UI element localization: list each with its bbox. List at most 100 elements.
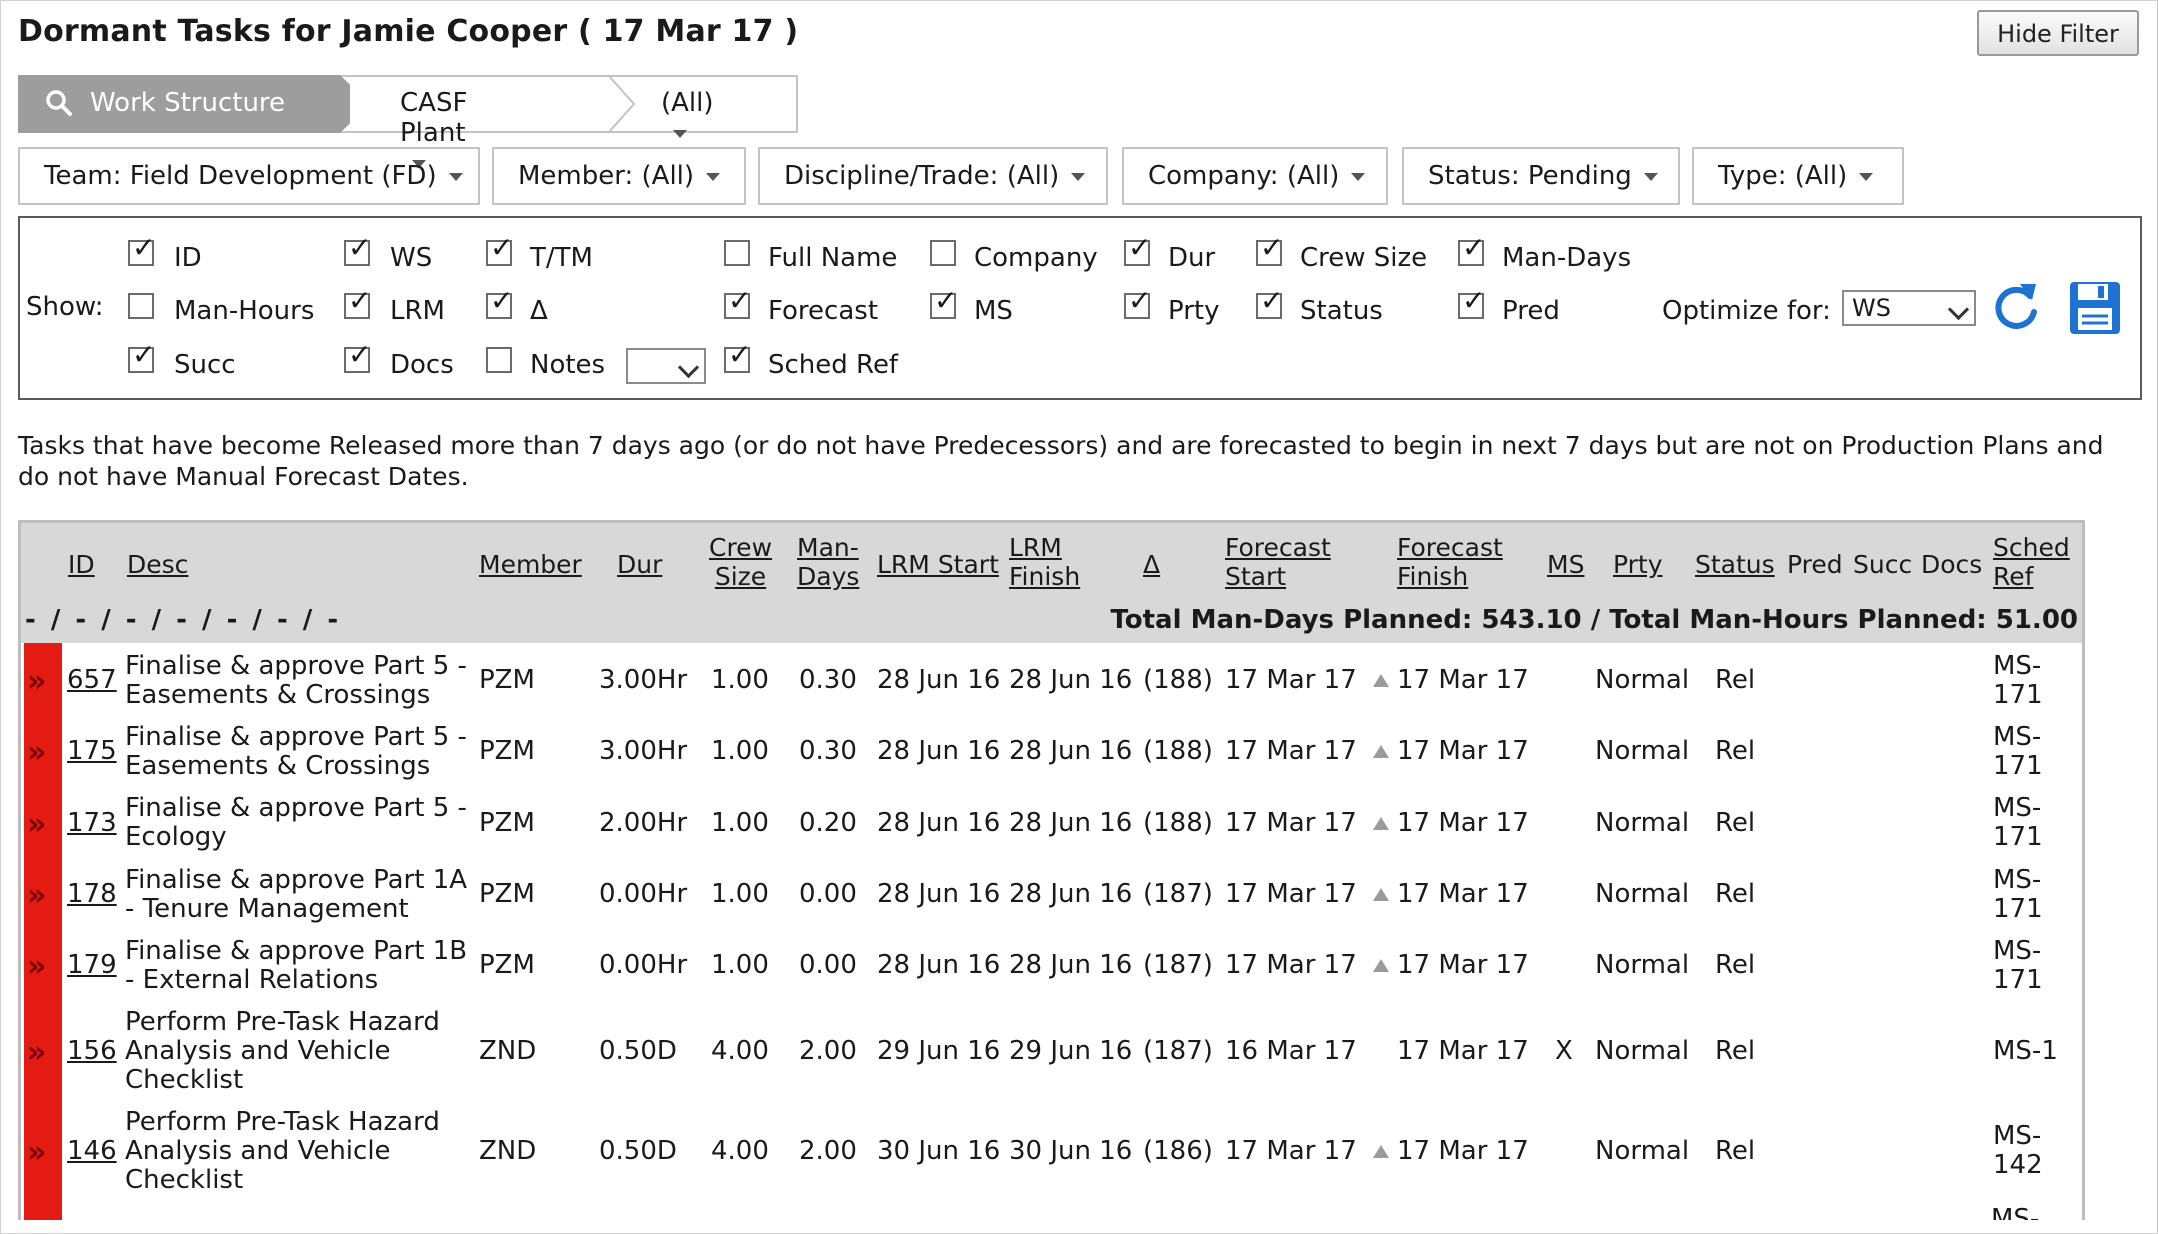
- col-id[interactable]: ID: [68, 550, 95, 579]
- option-label: Notes: [530, 350, 606, 380]
- optimize-select-value: WS: [1852, 294, 1891, 322]
- table-row[interactable]: » 179 Finalise & approve Part 1B - External…: [21, 930, 2082, 1001]
- expand-arrows-icon[interactable]: »: [27, 1035, 47, 1070]
- checkbox[interactable]: ✓: [1256, 287, 1283, 319]
- task-forecast-start: 17 Mar 17: [1225, 1135, 1357, 1166]
- checkbox[interactable]: ✓: [344, 341, 371, 373]
- expand-arrows-icon[interactable]: »: [27, 807, 47, 842]
- checkbox[interactable]: ✓: [486, 287, 513, 319]
- checkmark-icon: ✓: [1128, 231, 1152, 264]
- chevron-down-icon: [448, 172, 463, 181]
- table-row[interactable]: » 173 Finalise & approve Part 5 - Ecology PZ…: [21, 787, 2082, 859]
- expand-arrows-icon[interactable]: »: [27, 735, 47, 770]
- option-label: Full Name: [768, 243, 898, 273]
- member-filter-value: (All): [641, 161, 695, 191]
- col-forecast-start[interactable]: Forecast Start: [1225, 533, 1331, 591]
- table-row[interactable]: » 156 Perform Pre-Task Hazard Analysis and …: [21, 1001, 2082, 1101]
- column-filter-dashes[interactable]: - / - / - / - / - / - / -: [25, 605, 341, 635]
- table-row[interactable]: » 146 Perform Pre-Task Hazard Analysis and …: [21, 1101, 2082, 1201]
- expand-arrows-icon[interactable]: »: [27, 878, 47, 913]
- col-lrm-finish[interactable]: LRM Finish: [1009, 533, 1080, 591]
- type-filter[interactable]: Type: (All): [1692, 147, 1904, 205]
- checkbox[interactable]: ✓: [1458, 234, 1485, 266]
- col-status[interactable]: Status: [1695, 550, 1775, 579]
- col-delta[interactable]: Δ: [1143, 550, 1160, 579]
- checkbox[interactable]: ✓: [486, 234, 513, 266]
- forecast-indicator: [1361, 951, 1389, 980]
- task-id-link[interactable]: 179: [67, 951, 117, 980]
- expand-arrows-icon[interactable]: »: [27, 949, 47, 984]
- task-id-link[interactable]: 175: [67, 737, 117, 766]
- task-crew-size: 4.00: [711, 1035, 769, 1066]
- task-id-link[interactable]: 146: [67, 1136, 117, 1166]
- notes-select[interactable]: [626, 348, 706, 384]
- col-crew-size[interactable]: Crew Size: [709, 533, 772, 591]
- col-member[interactable]: Member: [479, 550, 582, 579]
- col-dur[interactable]: Dur: [617, 550, 662, 579]
- save-icon[interactable]: [2068, 280, 2122, 336]
- expand-arrows-icon[interactable]: »: [27, 664, 47, 699]
- checkmark-icon: ✓: [132, 338, 156, 371]
- task-id-link[interactable]: 178: [67, 880, 117, 909]
- table-row[interactable]: » 175 Finalise & approve Part 5 - Easements…: [21, 716, 2082, 787]
- task-sched-ref: 171: [1993, 964, 2043, 995]
- task-lrm-finish: 28 Jun 16: [1009, 665, 1133, 695]
- checkbox[interactable]: ✓: [724, 287, 751, 319]
- col-sched-ref[interactable]: Sched Ref: [1993, 533, 2070, 591]
- option-label: ID: [174, 243, 202, 273]
- task-id-link[interactable]: 657: [67, 666, 117, 695]
- status-filter[interactable]: Status: Pending: [1402, 147, 1680, 205]
- col-man-days[interactable]: Man- Days: [797, 533, 859, 591]
- task-delta: (188): [1143, 736, 1213, 766]
- checkbox[interactable]: ✓: [1124, 234, 1151, 266]
- checkbox[interactable]: [128, 293, 154, 319]
- member-filter[interactable]: Member: (All): [492, 147, 746, 205]
- table-row[interactable]: » 657 Finalise & approve Part 5 - Easements…: [21, 645, 2082, 716]
- task-desc-line: - External Relations: [125, 964, 379, 995]
- chevron-down-icon: [1859, 172, 1874, 181]
- checkbox[interactable]: ✓: [128, 234, 155, 266]
- task-forecast-start: 16 Mar 17: [1225, 1035, 1357, 1066]
- checkmark-icon: ✓: [132, 231, 156, 264]
- checkbox[interactable]: ✓: [128, 341, 155, 373]
- option-label: Crew Size: [1300, 243, 1428, 273]
- work-structure-crumb[interactable]: Work Structure: [18, 75, 350, 133]
- task-id-link[interactable]: 156: [67, 1036, 117, 1066]
- task-id-link[interactable]: 173: [67, 808, 117, 838]
- option-label: Pred: [1502, 296, 1560, 326]
- task-duration: 2.00Hr: [599, 807, 688, 838]
- discipline-filter[interactable]: Discipline/Trade: (All): [758, 147, 1108, 205]
- company-filter[interactable]: Company: (All): [1122, 147, 1388, 205]
- col-desc[interactable]: Desc: [127, 550, 188, 579]
- col-prty[interactable]: Prty: [1613, 550, 1663, 579]
- plant-crumb-label: CASF Plant: [400, 88, 468, 148]
- col-lrm-start[interactable]: LRM Start: [877, 550, 999, 579]
- checkbox[interactable]: ✓: [1256, 234, 1283, 266]
- all-crumb[interactable]: (All): [661, 88, 714, 148]
- checkbox[interactable]: [930, 240, 956, 266]
- checkbox[interactable]: ✓: [930, 287, 957, 319]
- optimize-select[interactable]: WS: [1842, 290, 1976, 326]
- option-label: Succ: [174, 350, 236, 380]
- col-forecast-finish[interactable]: Forecast Finish: [1397, 533, 1503, 591]
- task-priority: Normal: [1595, 1135, 1690, 1166]
- task-forecast-start: 17 Mar 17: [1225, 665, 1357, 695]
- option-label: Man-Days: [1502, 243, 1632, 273]
- expand-arrows-icon[interactable]: »: [27, 1135, 47, 1170]
- task-man-days: 0.30: [799, 665, 857, 695]
- task-sched-ref: 171: [1993, 822, 2043, 852]
- checkbox[interactable]: ✓: [1458, 287, 1485, 319]
- col-ms[interactable]: MS: [1547, 550, 1584, 579]
- table-row[interactable]: » 178 Finalise & approve Part 1A - Tenure M…: [21, 859, 2082, 930]
- refresh-icon[interactable]: [1992, 278, 2042, 334]
- checkbox[interactable]: [486, 347, 512, 373]
- checkbox[interactable]: ✓: [344, 287, 371, 319]
- checkbox[interactable]: ✓: [344, 234, 371, 266]
- team-filter[interactable]: Team: Field Development (FD): [18, 147, 480, 205]
- col-crew-size-line1: Crew: [709, 533, 773, 562]
- checkbox[interactable]: ✓: [1124, 287, 1151, 319]
- checkbox[interactable]: [724, 240, 750, 266]
- checkbox[interactable]: ✓: [724, 341, 751, 373]
- discipline-filter-label: Discipline/Trade:: [784, 161, 999, 191]
- hide-filter-button[interactable]: Hide Filter: [1977, 10, 2139, 56]
